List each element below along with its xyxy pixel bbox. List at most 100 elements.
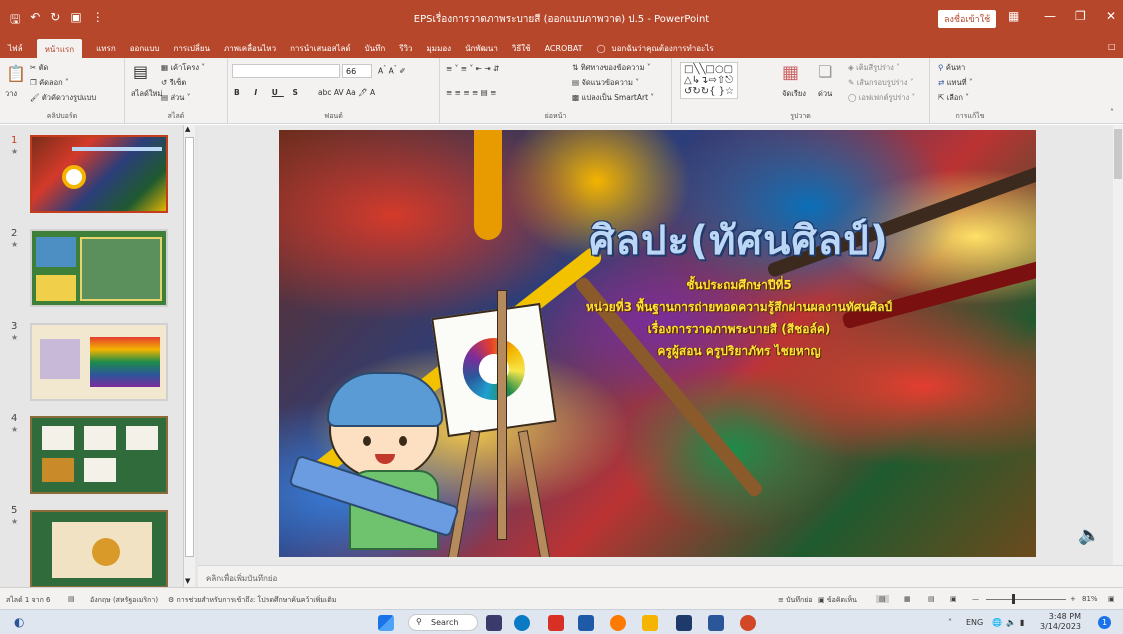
select-button[interactable]: ⇱ เลือก ˅ [938, 92, 969, 104]
tab-animations[interactable]: ภาพเคลื่อนไหว [224, 42, 276, 55]
paste-button[interactable]: วาง [5, 88, 17, 100]
shapes-gallery[interactable]: □╲╲□○▢ △↳↴⇨⇧⎋ ↺↻↻{ }☆ [680, 62, 739, 99]
font-size-controls[interactable]: A˄ A˅ ✐ [378, 65, 406, 76]
list-buttons[interactable]: ≡ ˅ ≡ ˅ ⇤ ⇥ ⇵ [446, 64, 499, 73]
quick-styles-button[interactable]: ด่วน [818, 88, 832, 100]
shape-outline-button[interactable]: ✎ เส้นกรอบรูปร่าง ˅ [848, 77, 914, 89]
shape-fill-button[interactable]: ◈ เติมสีรูปร่าง ˅ [848, 62, 900, 74]
zoom-in-button[interactable]: + [1070, 595, 1076, 603]
notes-button[interactable]: ≡ บันทึกย่อ [778, 595, 813, 606]
tab-design[interactable]: ออกแบบ [130, 42, 160, 55]
slide-sorter-button[interactable]: ▦ [904, 595, 911, 603]
align-buttons[interactable]: ≡ ≡ ≡ ≡ ▤ ≡ [446, 88, 496, 97]
tab-slideshow[interactable]: การนำเสนอสไลด์ [290, 42, 351, 55]
shape-effects-button[interactable]: ◯ เอฟเฟกต์รูปร่าง ˅ [848, 92, 915, 104]
accessibility-status[interactable]: ⚙ การช่วยสำหรับการเข้าถึง: โปรดศึกษาค้นค… [168, 595, 336, 606]
font-size-box[interactable]: 66 [342, 64, 372, 78]
align-text-button[interactable]: ▤ จัดแนวข้อความ ˅ [572, 77, 639, 89]
firefox-icon[interactable] [610, 615, 626, 631]
tab-insert[interactable]: แทรก [96, 42, 116, 55]
fit-slide-icon[interactable]: ▣ [1108, 595, 1115, 603]
slide-thumbnail-5[interactable] [30, 510, 168, 588]
editor-scrollbar[interactable] [1113, 125, 1123, 565]
tab-help[interactable]: วิธีใช้ [512, 42, 531, 55]
mail-icon[interactable] [578, 615, 594, 631]
font-format-buttons[interactable]: B I U S [234, 88, 304, 97]
volume-icon[interactable]: 🔈 [1006, 618, 1016, 627]
smartart-button[interactable]: ▩ แปลงเป็น SmartArt ˅ [572, 92, 654, 104]
reset-button[interactable]: ↺ รีเซ็ต [161, 77, 186, 89]
slide-subtitle-teacher[interactable]: ครูผู้สอน ครูปริยาภัทร ไชยหาญ [529, 342, 949, 361]
layout-button[interactable]: ▦ เค้าโครง ˅ [161, 62, 205, 74]
word-icon[interactable] [708, 615, 724, 631]
scroll-thumb[interactable] [185, 137, 194, 557]
teams-icon[interactable] [486, 615, 502, 631]
slide-thumbnail-4[interactable] [30, 416, 168, 494]
zoom-level[interactable]: 81% [1082, 595, 1098, 603]
maximize-button[interactable]: ❐ [1075, 9, 1086, 23]
spelling-icon[interactable]: ▤ [68, 595, 75, 603]
close-button[interactable]: ✕ [1106, 9, 1116, 23]
notes-pane[interactable]: คลิกเพื่อเพิ่มบันทึกย่อ [198, 565, 1123, 587]
slide-subtitle-grade[interactable]: ชั้นประถมศึกษาปีที่5 [529, 276, 949, 295]
speaker-icon[interactable]: 🔈 [1078, 525, 1100, 546]
slideshow-button[interactable]: ▣ [950, 595, 957, 603]
format-painter-button[interactable]: 🖌 ตัวคัดวางรูปแบบ [30, 92, 96, 104]
powerpoint-icon[interactable] [740, 615, 756, 631]
text-direction-button[interactable]: ⇅ ทิศทางของข้อความ ˅ [572, 62, 651, 74]
tray-overflow-icon[interactable]: ˄ [948, 618, 952, 627]
collapse-ribbon-icon[interactable]: ˄ [1110, 108, 1114, 117]
comments-button[interactable]: ▣ ข้อคิดเห็น [818, 595, 857, 606]
cut-button[interactable]: ✂ ตัด [30, 62, 48, 74]
slide-thumbnail-1[interactable] [30, 135, 168, 213]
clock[interactable]: 3:48 PM 3/14/2023 [1040, 612, 1081, 632]
notification-badge[interactable]: 1 [1098, 616, 1111, 629]
font-name-box[interactable] [232, 64, 340, 78]
tab-acrobat[interactable]: ACROBAT [545, 44, 583, 53]
tab-record[interactable]: บันทึก [365, 42, 386, 55]
tab-home[interactable]: หน้าแรก [36, 38, 83, 60]
file-explorer-icon[interactable] [642, 615, 658, 631]
notes-placeholder[interactable]: คลิกเพื่อเพิ่มบันทึกย่อ [206, 572, 277, 585]
language-indicator[interactable]: อังกฤษ (สหรัฐอเมริกา) [90, 595, 158, 606]
zoom-out-button[interactable]: — [972, 595, 979, 603]
new-slide-button[interactable]: สไลด์ใหม่ [131, 88, 162, 100]
tab-transitions[interactable]: การเปลี่ยน [173, 42, 210, 55]
slide-thumbnail-2[interactable] [30, 229, 168, 307]
language-indicator[interactable]: ENG [966, 618, 983, 627]
ribbon-display-icon[interactable]: ▦ [1008, 9, 1019, 23]
battery-icon[interactable]: ▮ [1020, 618, 1024, 627]
slide-subtitle-unit[interactable]: หน่วยที่3 พื้นฐานการถ่ายทอดความรู้สึกผ่า… [529, 298, 949, 317]
find-button[interactable]: ⚲ ค้นหา [938, 62, 965, 74]
section-button[interactable]: ▤ ส่วน ˅ [161, 92, 191, 104]
paste-icon[interactable]: 📋 [6, 64, 26, 83]
tell-me-box[interactable]: บอกฉันว่าคุณต้องการทำอะไร [612, 42, 714, 55]
scroll-up-icon[interactable]: ▲ [185, 125, 190, 133]
tab-review[interactable]: รีวิว [399, 42, 412, 55]
store-icon[interactable] [676, 615, 692, 631]
copy-button[interactable]: ❐ คัดลอก ˅ [30, 77, 69, 89]
quick-styles-icon[interactable]: ❏ [818, 62, 832, 81]
arrange-icon[interactable]: ▦ [782, 62, 799, 83]
comments-icon[interactable]: □ [1108, 42, 1116, 51]
current-slide[interactable]: ศิลปะ(ทัศนศิลป์) ชั้นประถมศึกษาปีที่5 หน… [279, 130, 1036, 557]
signin-button[interactable]: ลงชื่อเข้าใช้ [938, 10, 997, 28]
replace-button[interactable]: ⇄ แทนที่ ˅ [938, 77, 973, 89]
arrange-button[interactable]: จัดเรียง [782, 88, 806, 100]
normal-view-button[interactable]: ▤ [876, 595, 889, 603]
widgets-icon[interactable]: ◐ [14, 615, 24, 629]
network-icon[interactable]: 🌐 [992, 618, 1002, 627]
slide-title[interactable]: ศิลปะ(ทัศนศิลป์) [549, 208, 929, 272]
tab-view[interactable]: มุมมอง [427, 42, 452, 55]
tab-developer[interactable]: นักพัฒนา [465, 42, 498, 55]
font-color-buttons[interactable]: abc AV Aa 🖊 A [318, 88, 375, 97]
scroll-down-icon[interactable]: ▼ [185, 577, 190, 585]
slide-thumbnail-3[interactable] [30, 323, 168, 401]
tab-file[interactable]: ไฟล์ [8, 42, 23, 55]
thumbnail-scrollbar[interactable]: ▲ ▼ [183, 125, 195, 587]
reading-view-button[interactable]: ▤ [928, 595, 935, 603]
taskbar-search-box[interactable]: ⚲ Search [408, 614, 478, 631]
zoom-slider-thumb[interactable] [1012, 594, 1015, 604]
zoom-slider[interactable] [986, 599, 1066, 600]
editor-scroll-thumb[interactable] [1114, 129, 1122, 179]
